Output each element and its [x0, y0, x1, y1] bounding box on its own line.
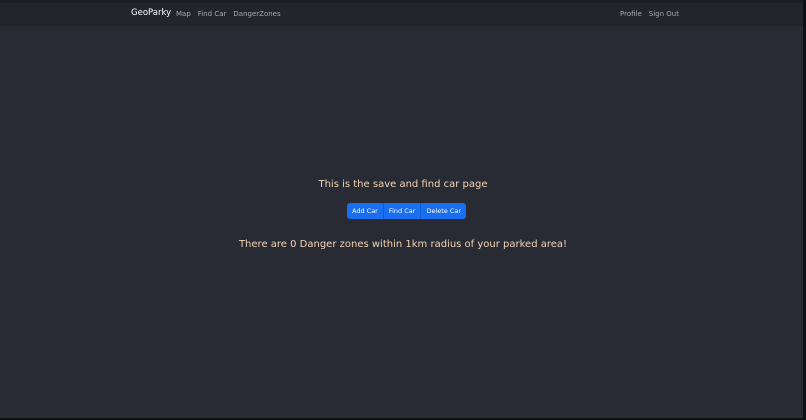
- nav-link-danger-zones[interactable]: DangerZones: [233, 10, 280, 18]
- navbar: GeoParky Map Find Car DangerZones Profil…: [0, 3, 803, 26]
- danger-zone-message: There are 0 Danger zones within 1km radi…: [238, 239, 568, 250]
- nav-link-profile[interactable]: Profile: [620, 10, 642, 18]
- car-action-button-group: Add Car Find Car Delete Car: [347, 203, 467, 219]
- nav-left: Map Find Car DangerZones: [176, 10, 281, 18]
- app-window: GeoParky Map Find Car DangerZones Profil…: [0, 0, 803, 418]
- find-car-button[interactable]: Find Car: [383, 203, 422, 219]
- nav-right: Profile Sign Out: [620, 10, 679, 18]
- page-heading: This is the save and find car page: [318, 179, 488, 190]
- add-car-button[interactable]: Add Car: [347, 203, 384, 219]
- nav-link-find-car[interactable]: Find Car: [198, 10, 227, 18]
- brand-link[interactable]: GeoParky: [131, 8, 171, 18]
- delete-car-button[interactable]: Delete Car: [421, 203, 467, 219]
- nav-link-map[interactable]: Map: [176, 10, 191, 18]
- nav-link-sign-out[interactable]: Sign Out: [649, 10, 679, 18]
